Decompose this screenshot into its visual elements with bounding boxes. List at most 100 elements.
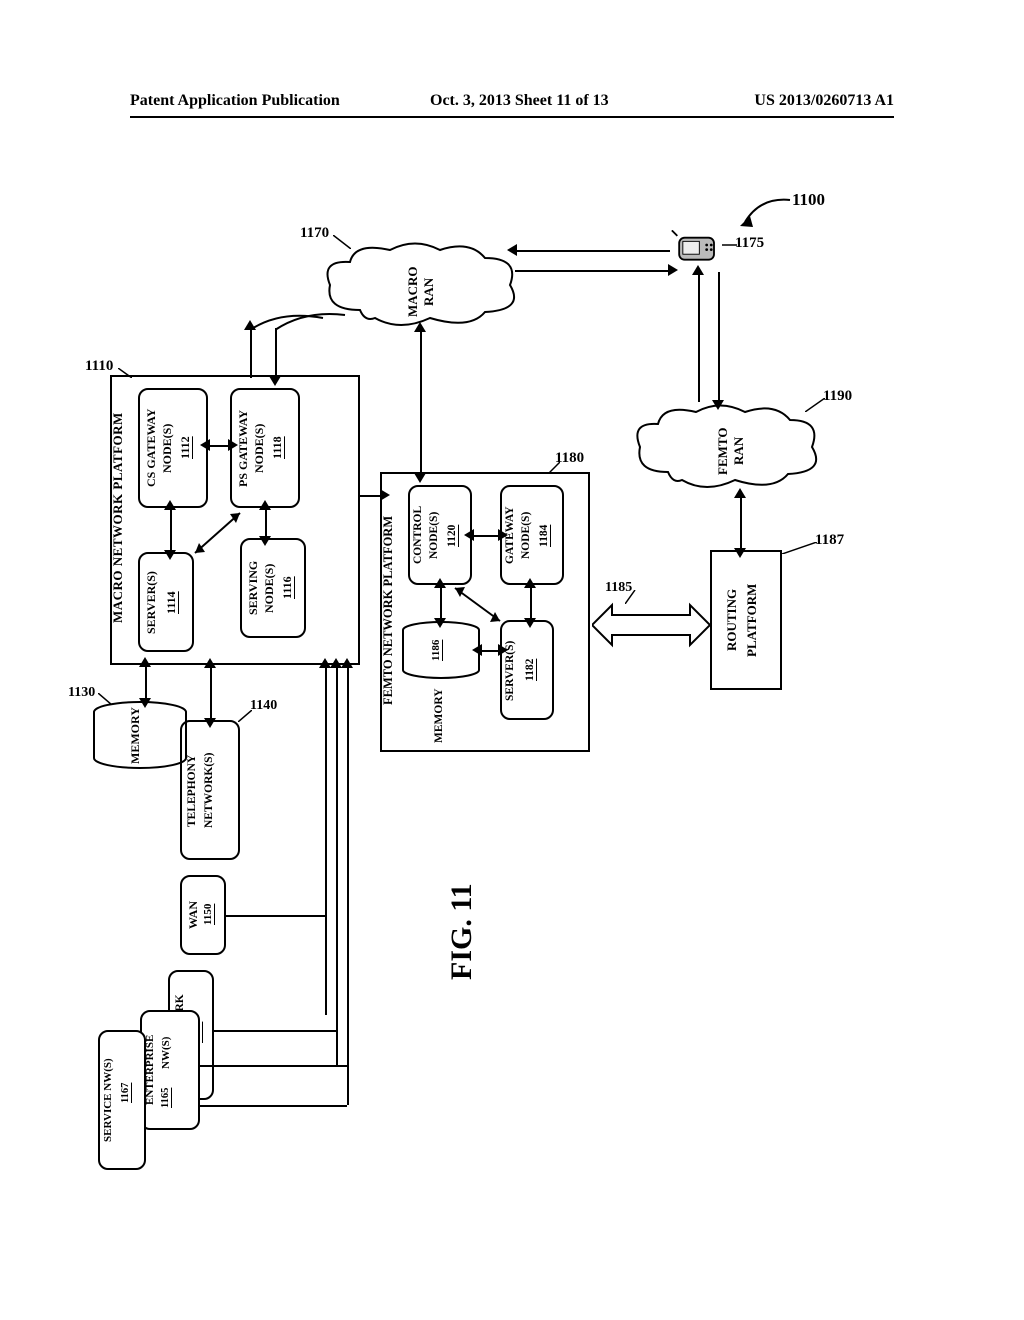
bus3-ah bbox=[341, 658, 353, 668]
ps-gateway-l2: NODE(S) bbox=[252, 393, 267, 503]
control-l2: NODE(S) bbox=[428, 490, 440, 580]
ref-routing: 1187 bbox=[815, 532, 844, 549]
ah-mRF-d bbox=[414, 473, 426, 483]
header-docnum: US 2013/0260713 A1 bbox=[754, 92, 894, 110]
control-l1: CONTROL bbox=[412, 490, 424, 580]
ah-cs-srv-d bbox=[164, 550, 176, 560]
ah-gw-srv-u bbox=[524, 578, 536, 588]
ah-ps-serving-u bbox=[259, 500, 271, 510]
figure-11: 1100 1175 MACRO RAN 1170 bbox=[50, 160, 970, 1180]
cs-gateway-l1: CS GATEWAY bbox=[144, 393, 159, 503]
serving-l2: NODE(S) bbox=[262, 543, 277, 633]
serving-num: 1116 bbox=[280, 560, 295, 615]
arrow-fran-routing bbox=[740, 495, 742, 550]
arrowhead-phone-macro-1 bbox=[507, 244, 517, 256]
ah-fran-r-d bbox=[734, 548, 746, 558]
arrow-srv-ps bbox=[190, 508, 245, 558]
enterprise-l2: NW(S) bbox=[160, 1028, 172, 1078]
link-1185 bbox=[592, 600, 710, 650]
cs-gateway-num: 1112 bbox=[178, 418, 193, 478]
control-num: 1120 bbox=[446, 510, 458, 562]
arrow-cs-srv bbox=[170, 508, 172, 552]
ps-gateway-num: 1118 bbox=[270, 418, 285, 478]
ent-link bbox=[200, 1065, 347, 1067]
ah-phone-femto-1a bbox=[692, 265, 704, 275]
lead-1110 bbox=[118, 368, 132, 378]
routing-l1: ROUTING bbox=[724, 558, 740, 682]
macro-platform-title: MACRO NETWORK PLATFORM bbox=[110, 378, 126, 658]
enterprise-num: 1165 bbox=[160, 1078, 171, 1118]
arrow-ctrl-srv bbox=[450, 585, 505, 625]
curve-mran2 bbox=[245, 310, 325, 340]
ah-fmem-l bbox=[472, 644, 482, 656]
ah-fran-r-u bbox=[734, 488, 746, 498]
tel-up bbox=[210, 665, 212, 720]
femto-gateway-num: 1184 bbox=[538, 510, 550, 562]
arrow-phone-macro-2 bbox=[515, 270, 670, 272]
ref-macro-memory: 1130 bbox=[68, 685, 95, 701]
arrow-macroRAN-femto bbox=[420, 330, 422, 475]
arrow-ctrl-mem bbox=[440, 585, 442, 620]
lead-1180 bbox=[548, 462, 560, 474]
service-num: 1167 bbox=[120, 1065, 131, 1120]
lead-1187 bbox=[782, 542, 817, 554]
ref-1100: 1100 bbox=[792, 190, 825, 210]
arrow-phone-macro-1 bbox=[515, 250, 670, 252]
header-sheet: Oct. 3, 2013 Sheet 11 of 13 bbox=[430, 92, 609, 110]
cs-gateway-l2: NODE(S) bbox=[160, 393, 175, 503]
ah-ctrl-gw-l bbox=[464, 529, 474, 541]
serving-l1: SERVING bbox=[246, 543, 261, 633]
telephony-l1: TELEPHONY bbox=[186, 728, 198, 853]
ah-cs-ps-l bbox=[200, 439, 210, 451]
figure-caption: FIG. 11 bbox=[445, 820, 479, 980]
arrow-gw-srv bbox=[530, 585, 532, 620]
femto-ran-label: FEMTO RAN bbox=[715, 412, 747, 490]
ah-phone-femto-2a bbox=[712, 400, 724, 410]
tel-up-ahd bbox=[204, 718, 216, 728]
lead-femtoran bbox=[805, 398, 825, 412]
ah-ctrl-mem-u bbox=[434, 578, 446, 588]
femto-memory-num: 1186 bbox=[430, 628, 442, 673]
arrow-ctrl-gw bbox=[472, 535, 500, 537]
bus3 bbox=[347, 665, 349, 1105]
lead-1130 bbox=[98, 693, 112, 705]
lead-1185 bbox=[625, 590, 639, 604]
ah-fmem-r bbox=[498, 644, 508, 656]
femto-gateway-l2: NODE(S) bbox=[520, 490, 532, 580]
ref-1100-arrow bbox=[740, 192, 795, 232]
arrow-ps-serving bbox=[265, 508, 267, 538]
tel-up-ah bbox=[204, 658, 216, 668]
bus1 bbox=[325, 665, 327, 1015]
ps-gateway-l1: PS GATEWAY bbox=[236, 393, 251, 503]
ref-femto-ran: 1190 bbox=[823, 388, 852, 405]
femto-server-num: 1182 bbox=[524, 642, 536, 697]
ah-ctrl-mem-d bbox=[434, 618, 446, 628]
ah-macro-mem-u bbox=[139, 657, 151, 667]
ah-macro-ran-2 bbox=[269, 376, 281, 386]
ah-gw-srv-d bbox=[524, 618, 536, 628]
macro-ran-label: MACRO RAN bbox=[405, 252, 437, 332]
arrow-fmem-srv bbox=[480, 650, 500, 652]
arrow-macro-femto-1 bbox=[360, 495, 382, 497]
header-publication: Patent Application Publication bbox=[130, 92, 340, 110]
ah-macro-mem-d bbox=[139, 698, 151, 708]
network-connectors bbox=[210, 665, 350, 1185]
ref-macro-ran: 1170 bbox=[300, 225, 329, 242]
arrow-phone-femto-2 bbox=[718, 272, 720, 402]
ref-phone: 1175 bbox=[735, 235, 764, 252]
ah-cs-srv-u bbox=[164, 500, 176, 510]
ah-cs-ps-r bbox=[228, 439, 238, 451]
macro-server-num: 1114 bbox=[164, 575, 179, 630]
macro-memory-label: MEMORY bbox=[128, 705, 143, 767]
arrow-macro-mem bbox=[145, 665, 147, 700]
macro-server-l1: SERVER(S) bbox=[144, 558, 159, 648]
ah-ctrl-gw-r bbox=[498, 529, 508, 541]
lead-phone bbox=[722, 240, 737, 250]
ss7-link bbox=[214, 1030, 336, 1032]
ah-ps-serving-d bbox=[259, 536, 271, 546]
service-l1: SERVICE NW(S) bbox=[102, 1036, 114, 1164]
femto-memory-label: MEMORY bbox=[433, 685, 445, 747]
wan-link bbox=[226, 915, 326, 917]
ah-mRF-u bbox=[414, 322, 426, 332]
wan-l1: WAN bbox=[186, 882, 201, 948]
